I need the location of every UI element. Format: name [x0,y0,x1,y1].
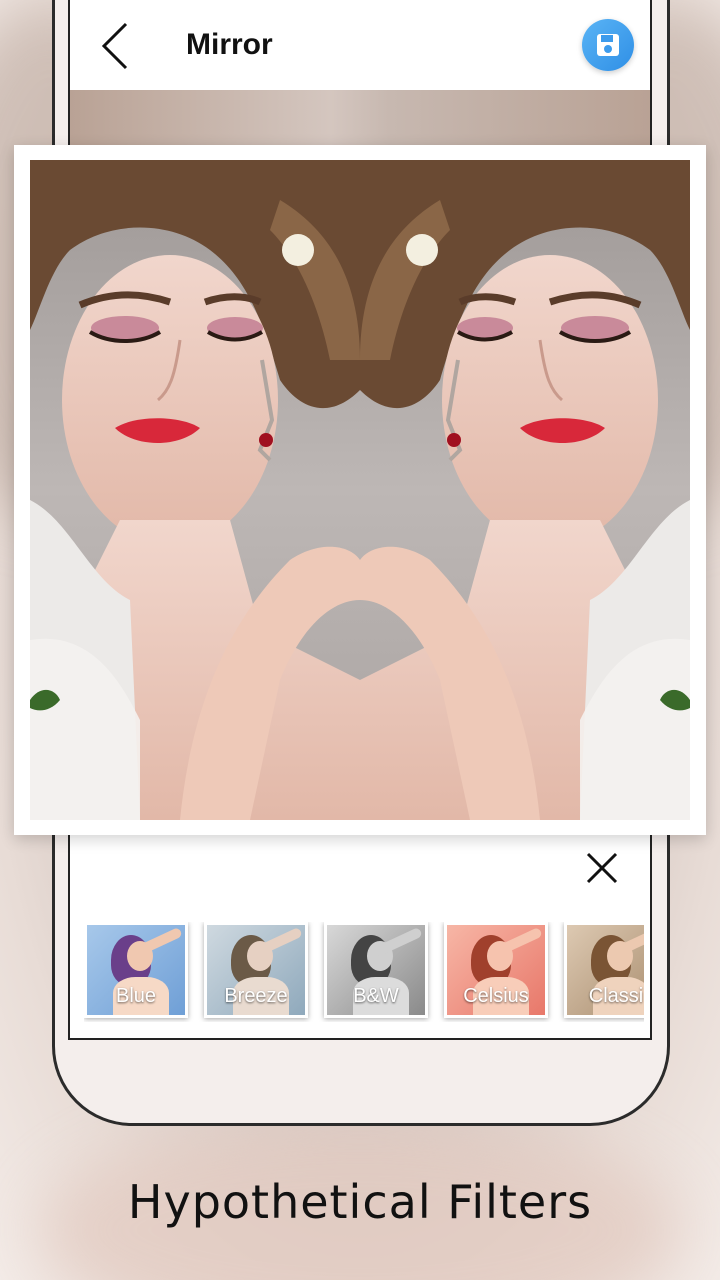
app-bar: Mirror [70,0,650,90]
filter-label: Celsius [463,985,529,1007]
mirrored-portrait-image [30,160,690,820]
save-button[interactable] [582,19,634,71]
filter-strip[interactable]: Blue Breeze B&W Celsius Classi [84,922,644,1022]
filter-classic[interactable]: Classi [564,922,644,1018]
page-title: Mirror [186,28,273,61]
filter-blue[interactable]: Blue [84,922,188,1018]
filter-label: Classi [588,985,644,1007]
photo-behind-strip [70,90,650,150]
back-button[interactable] [98,20,138,72]
mirrored-photo-card [14,145,706,835]
save-icon [597,34,619,56]
chevron-left-icon [101,22,128,70]
filter-label: Blue [115,985,157,1007]
filter-label: Breeze [224,985,288,1007]
filter-celsius[interactable]: Celsius [444,922,548,1018]
filter-breeze[interactable]: Breeze [204,922,308,1018]
close-filters-button[interactable] [582,848,622,888]
close-icon [586,852,618,884]
mirrored-photo[interactable] [30,160,690,820]
promo-caption: Hypothetical Filters [127,1175,593,1229]
filter-bw[interactable]: B&W [324,922,428,1018]
filter-label: B&W [353,985,399,1007]
